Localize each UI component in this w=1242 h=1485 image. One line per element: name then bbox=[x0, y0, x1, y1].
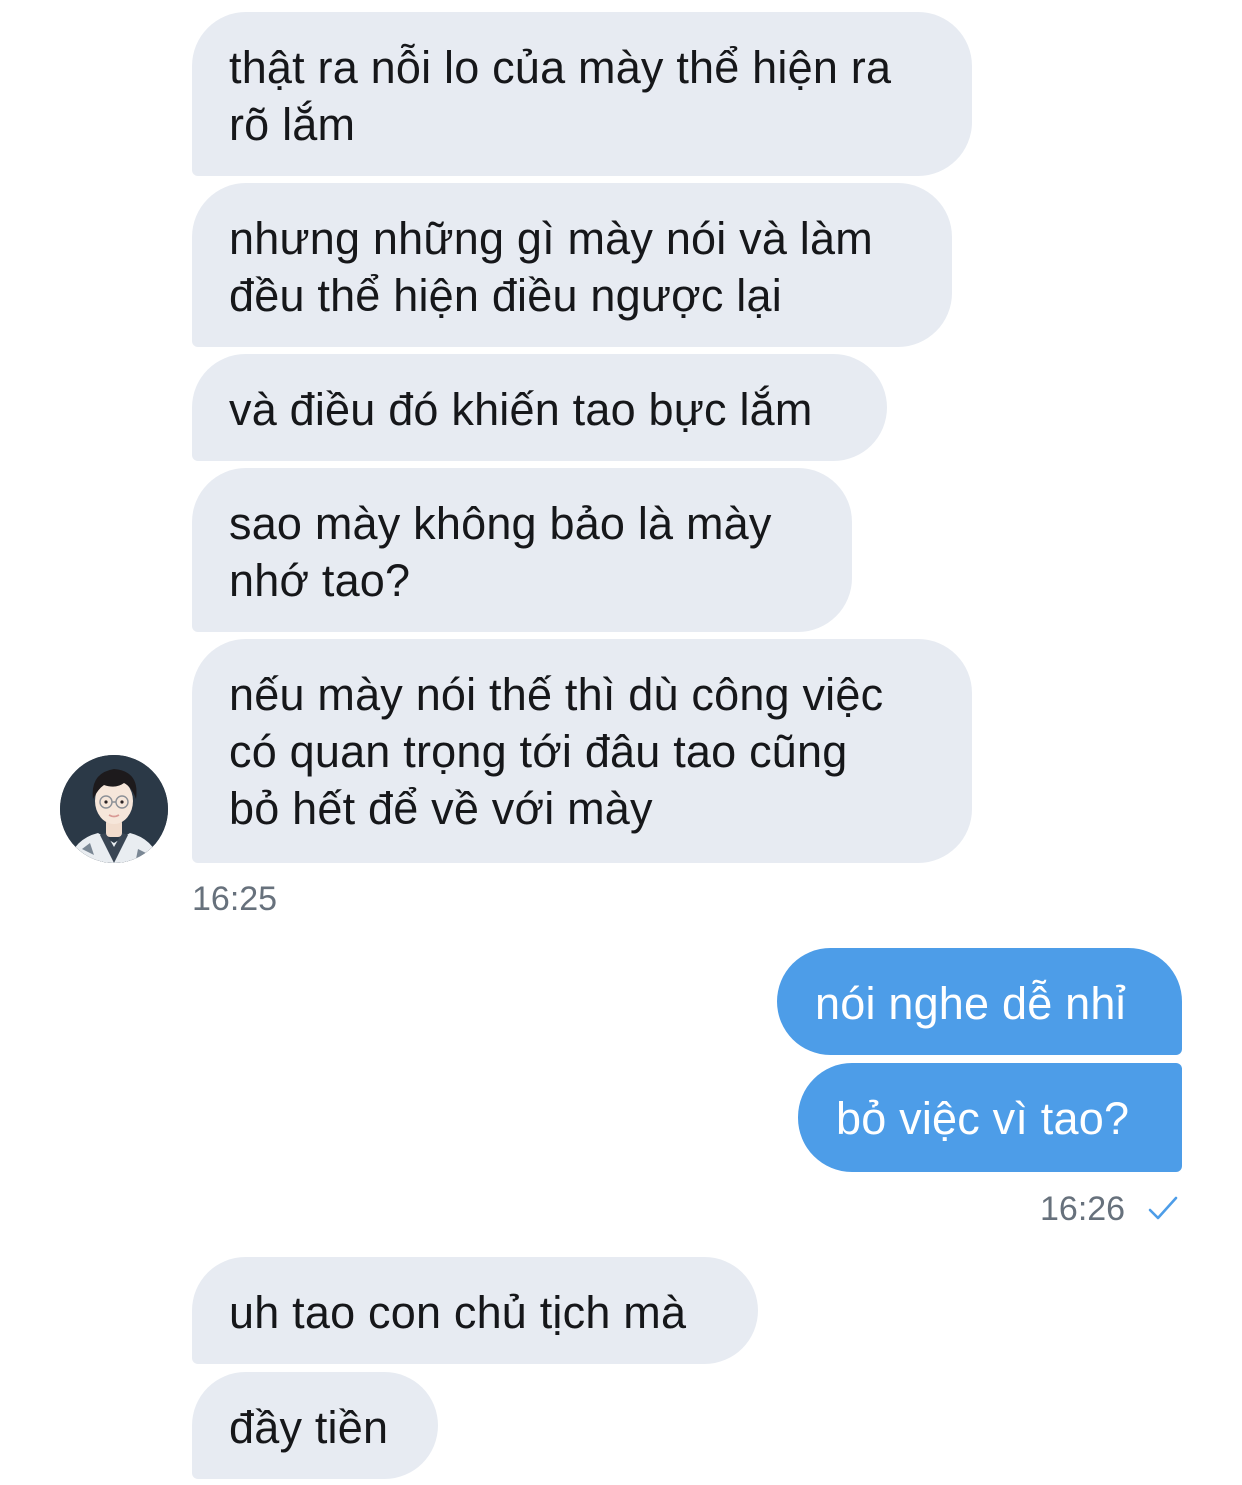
outgoing-message[interactable]: nói nghe dễ nhỉ bbox=[777, 948, 1182, 1055]
incoming-message[interactable]: thật ra nỗi lo của mày thể hiện ra rõ lắ… bbox=[192, 12, 972, 176]
avatar-image bbox=[60, 755, 168, 863]
incoming-message[interactable]: nếu mày nói thế thì dù công việc có quan… bbox=[192, 639, 972, 863]
incoming-message[interactable]: và điều đó khiến tao bực lắm bbox=[192, 354, 887, 461]
contact-avatar[interactable] bbox=[60, 755, 168, 863]
message-timestamp: 16:26 bbox=[1040, 1190, 1126, 1228]
outgoing-message[interactable]: bỏ việc vì tao? bbox=[798, 1063, 1182, 1172]
incoming-message[interactable]: đầy tiền bbox=[192, 1372, 438, 1479]
message-timestamp: 16:25 bbox=[192, 880, 278, 918]
check-icon bbox=[1148, 1196, 1178, 1220]
incoming-message[interactable]: nhưng những gì mày nói và làm đều thể hi… bbox=[192, 183, 952, 347]
incoming-message[interactable]: sao mày không bảo là mày nhớ tao? bbox=[192, 468, 852, 632]
incoming-message[interactable]: uh tao con chủ tịch mà bbox=[192, 1257, 758, 1364]
